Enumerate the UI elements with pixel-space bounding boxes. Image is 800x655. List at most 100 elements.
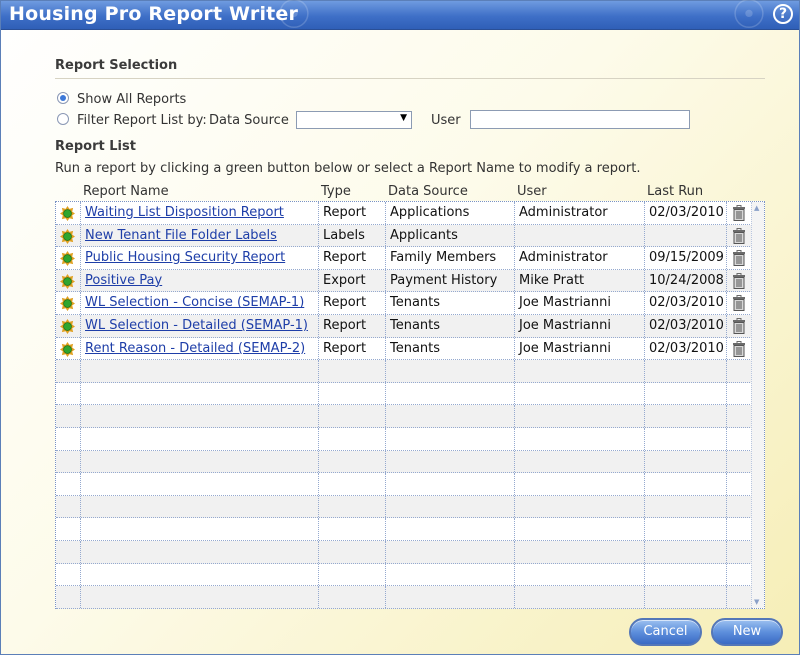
run-report-icon[interactable] <box>60 296 75 312</box>
empty-cell <box>385 495 514 518</box>
data-source-cell: Payment History <box>385 269 514 292</box>
empty-cell <box>726 405 752 427</box>
table-row: New Tenant File Folder Labels Labels Appli… <box>56 224 752 248</box>
cancel-button[interactable]: Cancel <box>629 618 702 646</box>
trash-icon[interactable] <box>732 295 746 312</box>
user-text: Mike Pratt <box>519 272 585 288</box>
empty-cell <box>514 518 644 540</box>
report-name-cell: Waiting List Disposition Report <box>80 202 318 224</box>
empty-cell <box>726 541 752 563</box>
trash-icon[interactable] <box>732 227 746 244</box>
filter-report-list-label: Filter Report List by: <box>77 113 207 128</box>
last-run-cell: 02/03/2010 <box>644 292 726 314</box>
run-report-icon[interactable] <box>60 319 75 334</box>
trash-icon[interactable] <box>732 340 746 357</box>
empty-cell <box>726 563 752 586</box>
delete-cell[interactable] <box>726 247 752 269</box>
vertical-scrollbar[interactable]: ▲ ▼ <box>751 202 764 608</box>
data-source-text: Tenants <box>390 340 441 356</box>
trash-icon[interactable] <box>732 272 746 289</box>
trash-icon[interactable] <box>732 318 746 334</box>
user-text: Administrator <box>519 205 608 220</box>
report-name-cell: WL Selection - Concise (SEMAP-1) <box>80 292 318 314</box>
data-source-text: Tenants <box>390 295 441 311</box>
empty-cell <box>318 473 385 495</box>
report-name-cell: WL Selection - Detailed (SEMAP-1) <box>80 315 318 337</box>
empty-cell <box>56 360 80 382</box>
filter-report-list-radio[interactable] <box>57 113 69 125</box>
run-cell[interactable] <box>56 202 80 224</box>
run-report-icon[interactable] <box>60 251 75 267</box>
empty-cell <box>385 563 514 586</box>
show-all-reports-label: Show All Reports <box>77 92 187 107</box>
report-name-link[interactable]: Rent Reason - Detailed (SEMAP-2) <box>85 341 305 356</box>
empty-cell <box>644 541 726 563</box>
empty-cell <box>726 518 752 540</box>
report-selection-title: Report Selection <box>55 58 178 73</box>
run-cell[interactable] <box>56 247 80 269</box>
help-button[interactable]: ? <box>773 4 793 24</box>
report-name-cell: Positive Pay <box>80 269 318 292</box>
column-header-data-source[interactable]: Data Source <box>388 184 468 199</box>
trash-icon[interactable] <box>732 205 746 221</box>
report-name-link[interactable]: WL Selection - Concise (SEMAP-1) <box>85 295 304 310</box>
scroll-up-icon[interactable]: ▲ <box>754 204 759 212</box>
empty-cell <box>644 563 726 586</box>
empty-cell <box>726 495 752 518</box>
run-cell[interactable] <box>56 315 80 337</box>
run-cell[interactable] <box>56 225 80 247</box>
data-source-text: Payment History <box>390 272 498 288</box>
report-type-cell: Labels <box>318 224 385 247</box>
run-report-icon[interactable] <box>60 206 75 221</box>
table-row: Waiting List Disposition Report Report App… <box>56 202 752 225</box>
run-cell[interactable] <box>56 270 80 292</box>
empty-cell <box>56 405 80 427</box>
delete-cell[interactable] <box>726 315 752 337</box>
report-name-link[interactable]: Public Housing Security Report <box>85 250 285 265</box>
delete-cell[interactable] <box>726 292 752 314</box>
table-row: WL Selection - Detailed (SEMAP-1) Report T… <box>56 315 752 338</box>
delete-cell[interactable] <box>726 337 752 360</box>
run-cell[interactable] <box>56 338 80 360</box>
run-report-icon[interactable] <box>60 341 75 357</box>
trash-icon[interactable] <box>732 250 746 267</box>
run-cell[interactable] <box>56 292 80 314</box>
empty-cell <box>644 495 726 518</box>
empty-cell <box>385 473 514 495</box>
user-filter-input[interactable] <box>470 110 690 129</box>
empty-cell <box>56 473 80 495</box>
empty-cell <box>514 360 644 382</box>
column-header-type[interactable]: Type <box>321 184 351 199</box>
data-source-select[interactable]: ▼ <box>296 111 412 129</box>
report-name-link[interactable]: WL Selection - Detailed (SEMAP-1) <box>85 318 308 333</box>
report-name-link[interactable]: New Tenant File Folder Labels <box>85 228 277 243</box>
delete-cell[interactable] <box>726 224 752 247</box>
empty-cell <box>514 563 644 586</box>
empty-cell <box>56 564 80 586</box>
report-type-cell: Report <box>318 202 385 224</box>
delete-cell[interactable] <box>726 202 752 224</box>
scroll-down-icon[interactable]: ▼ <box>754 598 759 606</box>
report-name-cell: New Tenant File Folder Labels <box>80 224 318 247</box>
run-report-icon[interactable] <box>60 273 75 289</box>
report-name-link[interactable]: Positive Pay <box>85 273 162 288</box>
empty-table-row <box>56 473 752 496</box>
empty-cell <box>80 405 318 427</box>
last-run-cell <box>644 224 726 247</box>
report-name-link[interactable]: Waiting List Disposition Report <box>85 205 284 220</box>
new-button[interactable]: New <box>711 618 783 646</box>
report-type-cell: Report <box>318 247 385 269</box>
empty-cell <box>80 473 318 495</box>
show-all-reports-radio[interactable] <box>57 92 69 104</box>
empty-table-row <box>56 405 752 428</box>
empty-cell <box>644 428 726 450</box>
user-text: Administrator <box>519 250 608 266</box>
user-cell: Joe Mastrianni <box>514 315 644 337</box>
run-report-icon[interactable] <box>60 228 75 244</box>
data-source-text: Family Members <box>390 250 497 266</box>
column-header-user[interactable]: User <box>517 184 547 199</box>
column-header-last-run[interactable]: Last Run <box>647 184 703 199</box>
column-header-report-name[interactable]: Report Name <box>83 184 169 199</box>
delete-cell[interactable] <box>726 269 752 292</box>
empty-cell <box>644 405 726 427</box>
